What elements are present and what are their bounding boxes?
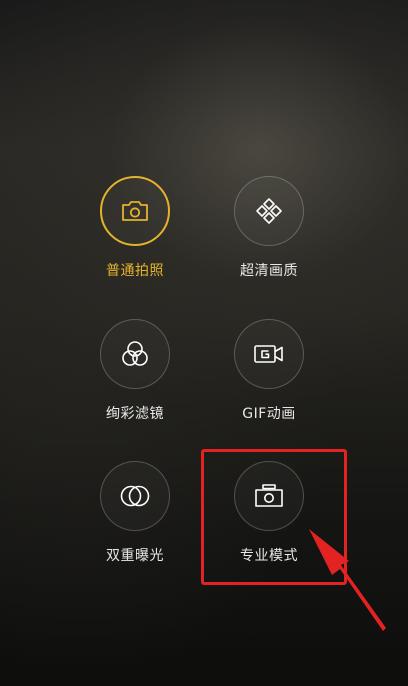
mode-professional-circle: [234, 461, 304, 531]
mode-super-resolution-circle: [234, 176, 304, 246]
mode-normal-photo-circle: [100, 176, 170, 246]
double-exposure-icon: [119, 482, 151, 510]
mode-double-exposure-circle: [100, 461, 170, 531]
mode-gif-animation-circle: [234, 319, 304, 389]
mode-normal-photo-label: 普通拍照: [106, 263, 164, 279]
mode-double-exposure-label: 双重曝光: [106, 548, 164, 564]
mode-gif-animation-label: GIF动画: [242, 406, 296, 422]
mode-professional[interactable]: 专业模式: [204, 461, 334, 591]
mode-gif-animation[interactable]: GIF动画: [204, 319, 334, 449]
mode-color-filter[interactable]: 绚彩滤镜: [70, 319, 200, 449]
mode-super-resolution[interactable]: 超清画质: [204, 176, 334, 306]
mode-double-exposure[interactable]: 双重曝光: [70, 461, 200, 591]
mode-professional-label: 专业模式: [240, 548, 298, 564]
diamond-grid-icon: [254, 196, 284, 226]
mode-super-resolution-label: 超清画质: [240, 263, 298, 279]
camera-mode-screen: 普通拍照 超清画质 绚彩滤镜 GIF动画 双重曝光 专业模式: [0, 0, 408, 686]
mode-normal-photo[interactable]: 普通拍照: [70, 176, 200, 306]
gif-camera-icon: [253, 343, 285, 365]
pro-camera-icon: [253, 483, 285, 509]
camera-icon: [120, 198, 150, 224]
mode-color-filter-circle: [100, 319, 170, 389]
mode-color-filter-label: 绚彩滤镜: [106, 406, 164, 422]
color-filter-icon: [119, 339, 151, 369]
